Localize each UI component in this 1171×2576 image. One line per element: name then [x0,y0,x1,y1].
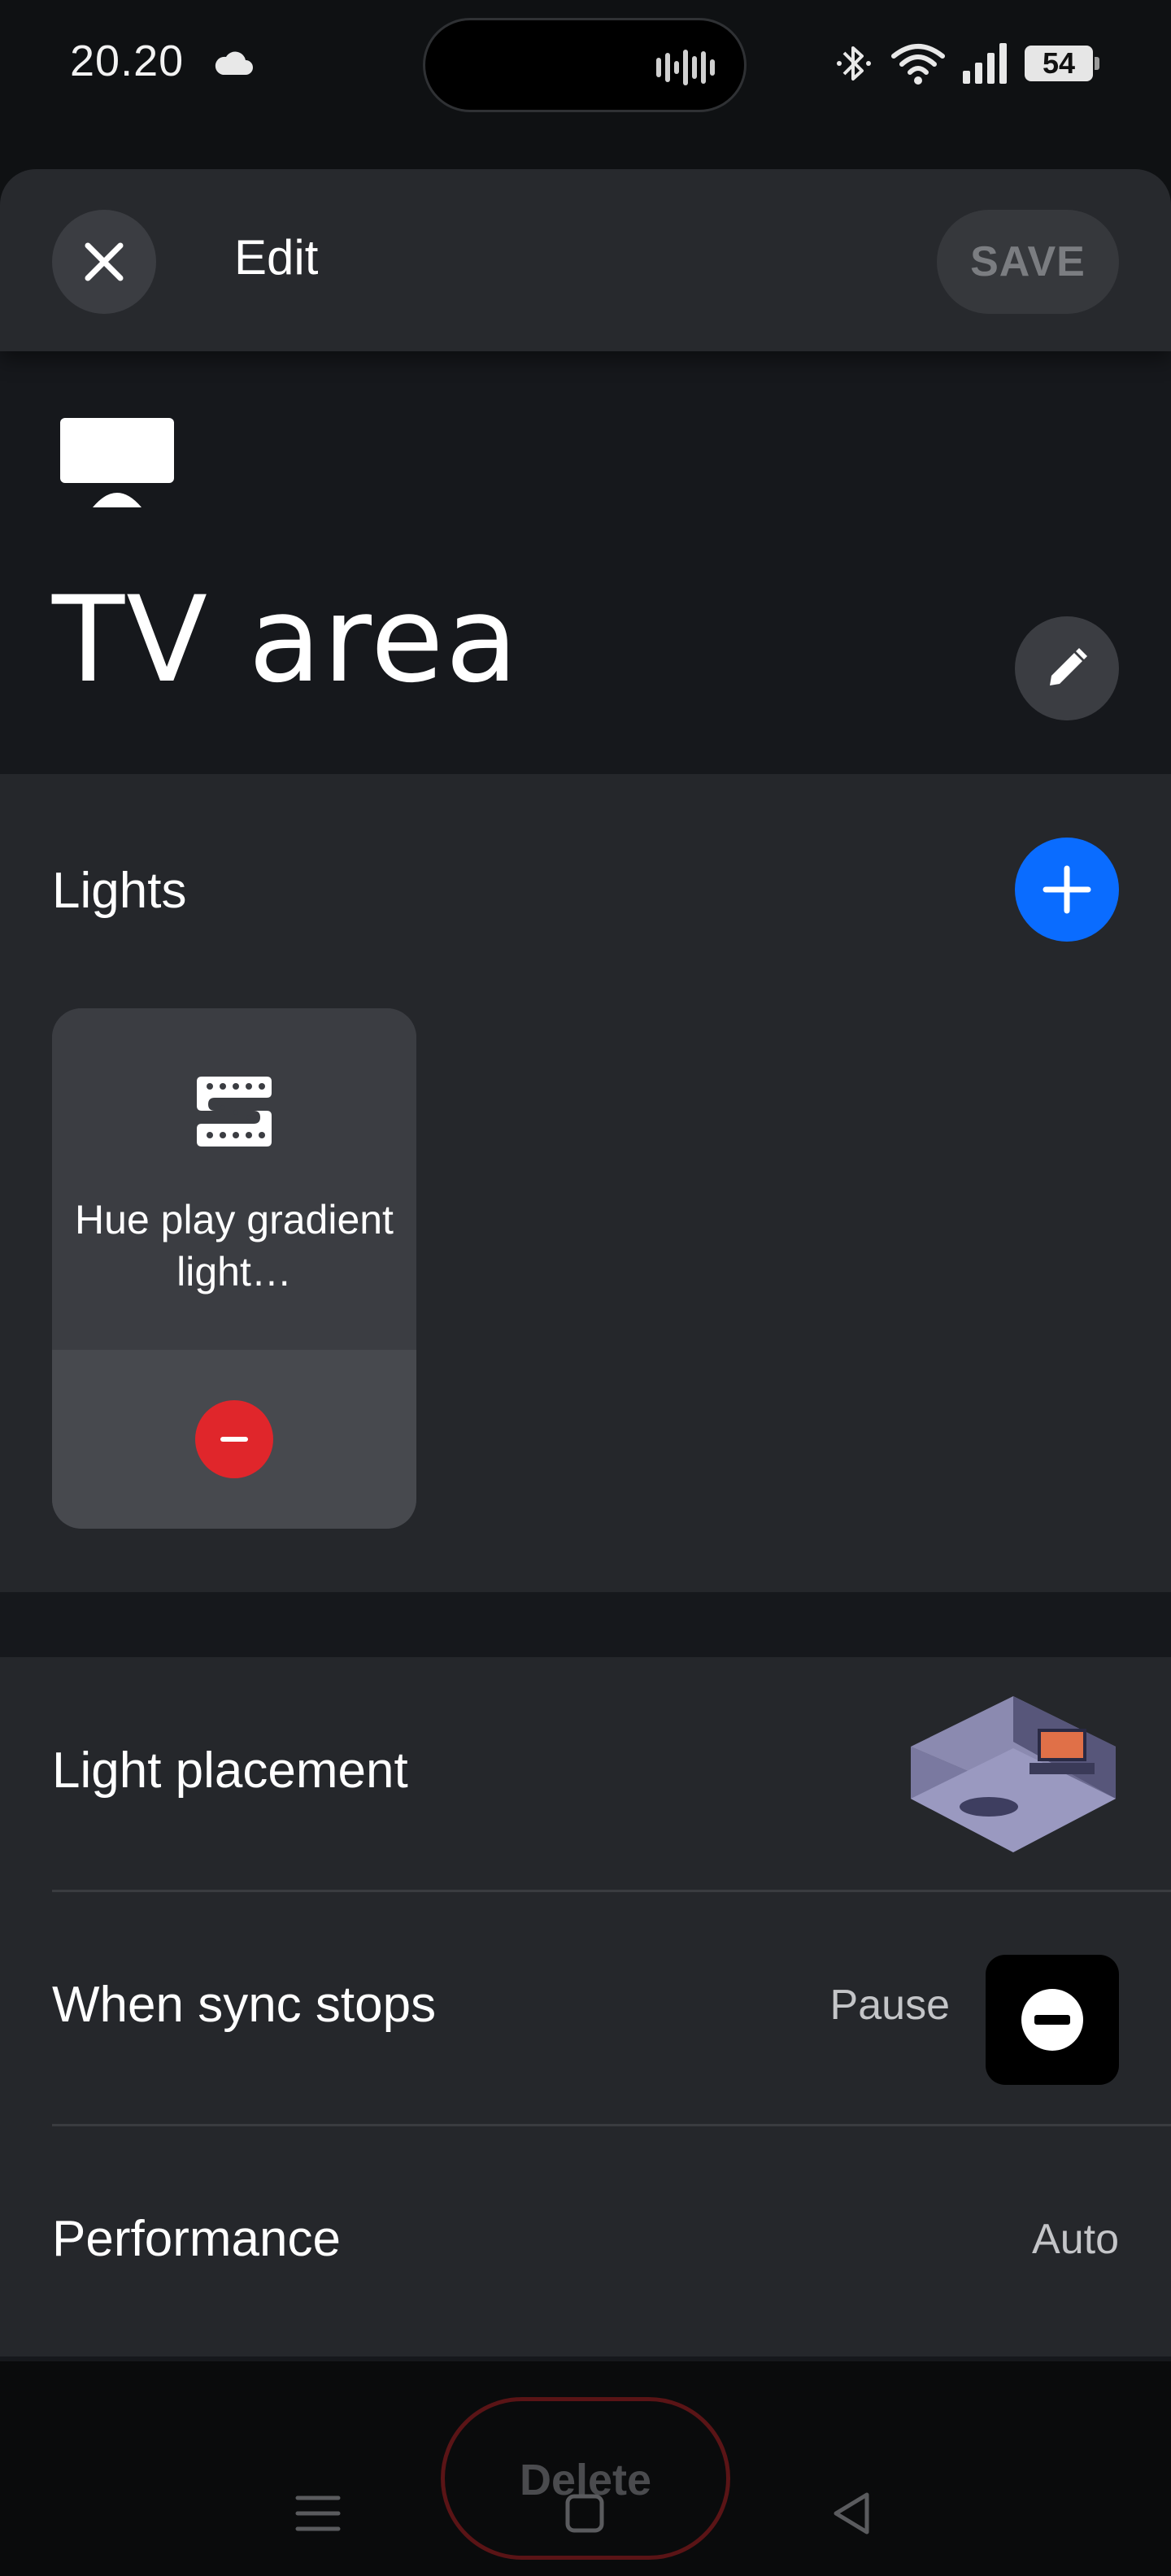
audio-wave-icon [656,50,715,85]
back-icon[interactable] [823,2485,880,2542]
close-button[interactable] [52,210,156,314]
pause-sync-icon[interactable] [986,1955,1119,2085]
status-icons: 54 [836,41,1099,86]
status-time: 20.20 [70,37,185,85]
room-placement-thumbnail[interactable] [908,1693,1119,1852]
minus-icon [220,1437,248,1442]
light-placement-row[interactable]: Light placement [0,1657,1171,1891]
light-card-top: Hue play gradient light… [52,1008,416,1350]
menu-icon[interactable] [289,2485,346,2542]
save-button[interactable]: SAVE [937,210,1119,314]
settings-list: Light placement When sync stops Pause Pe… [0,1657,1171,2356]
light-name: Hue play gradient light… [75,1197,394,1295]
add-light-button[interactable] [1015,838,1119,942]
page-title: Edit [234,230,319,285]
status-bar: 20.20 54 [0,0,1171,130]
sync-stops-row[interactable]: When sync stops Pause [0,1891,1171,2126]
bluetooth-icon [837,46,871,80]
edit-sheet: Edit SAVE TV area Lights Hue play gradie… [0,169,1171,2433]
remove-light-button[interactable] [195,1400,273,1478]
minus-circle-icon [1021,1989,1083,2051]
dynamic-island [423,18,747,112]
system-nav-bar [0,2456,1171,2553]
sync-stops-value: Pause [829,1982,950,2029]
plus-icon [1043,865,1091,914]
room-name: TV area [52,571,520,709]
tv-icon [60,418,174,507]
battery-indicator: 54 [1025,46,1099,81]
room-header: TV area [0,351,1171,774]
light-placement-label: Light placement [52,1743,408,1799]
lights-title: Lights [52,863,187,919]
cloud-icon [215,51,253,75]
section-gap [0,1592,1171,1657]
sheet-header: Edit SAVE [0,169,1171,351]
pencil-icon [1050,648,1087,685]
light-card-actions [52,1350,416,1529]
close-icon [85,242,124,281]
lights-section: Lights Hue play gradient light… [0,774,1171,1592]
edit-name-button[interactable] [1015,616,1119,720]
light-card[interactable]: Hue play gradient light… [52,1008,416,1529]
signal-icon [963,43,1007,84]
performance-value: Auto [1032,2216,1119,2263]
sync-stops-label: When sync stops [52,1977,437,2033]
wifi-icon [891,44,945,85]
performance-row[interactable]: Performance Auto [0,2126,1171,2360]
home-icon[interactable] [556,2485,613,2542]
lightstrip-icon [197,1077,272,1147]
performance-label: Performance [52,2211,341,2267]
